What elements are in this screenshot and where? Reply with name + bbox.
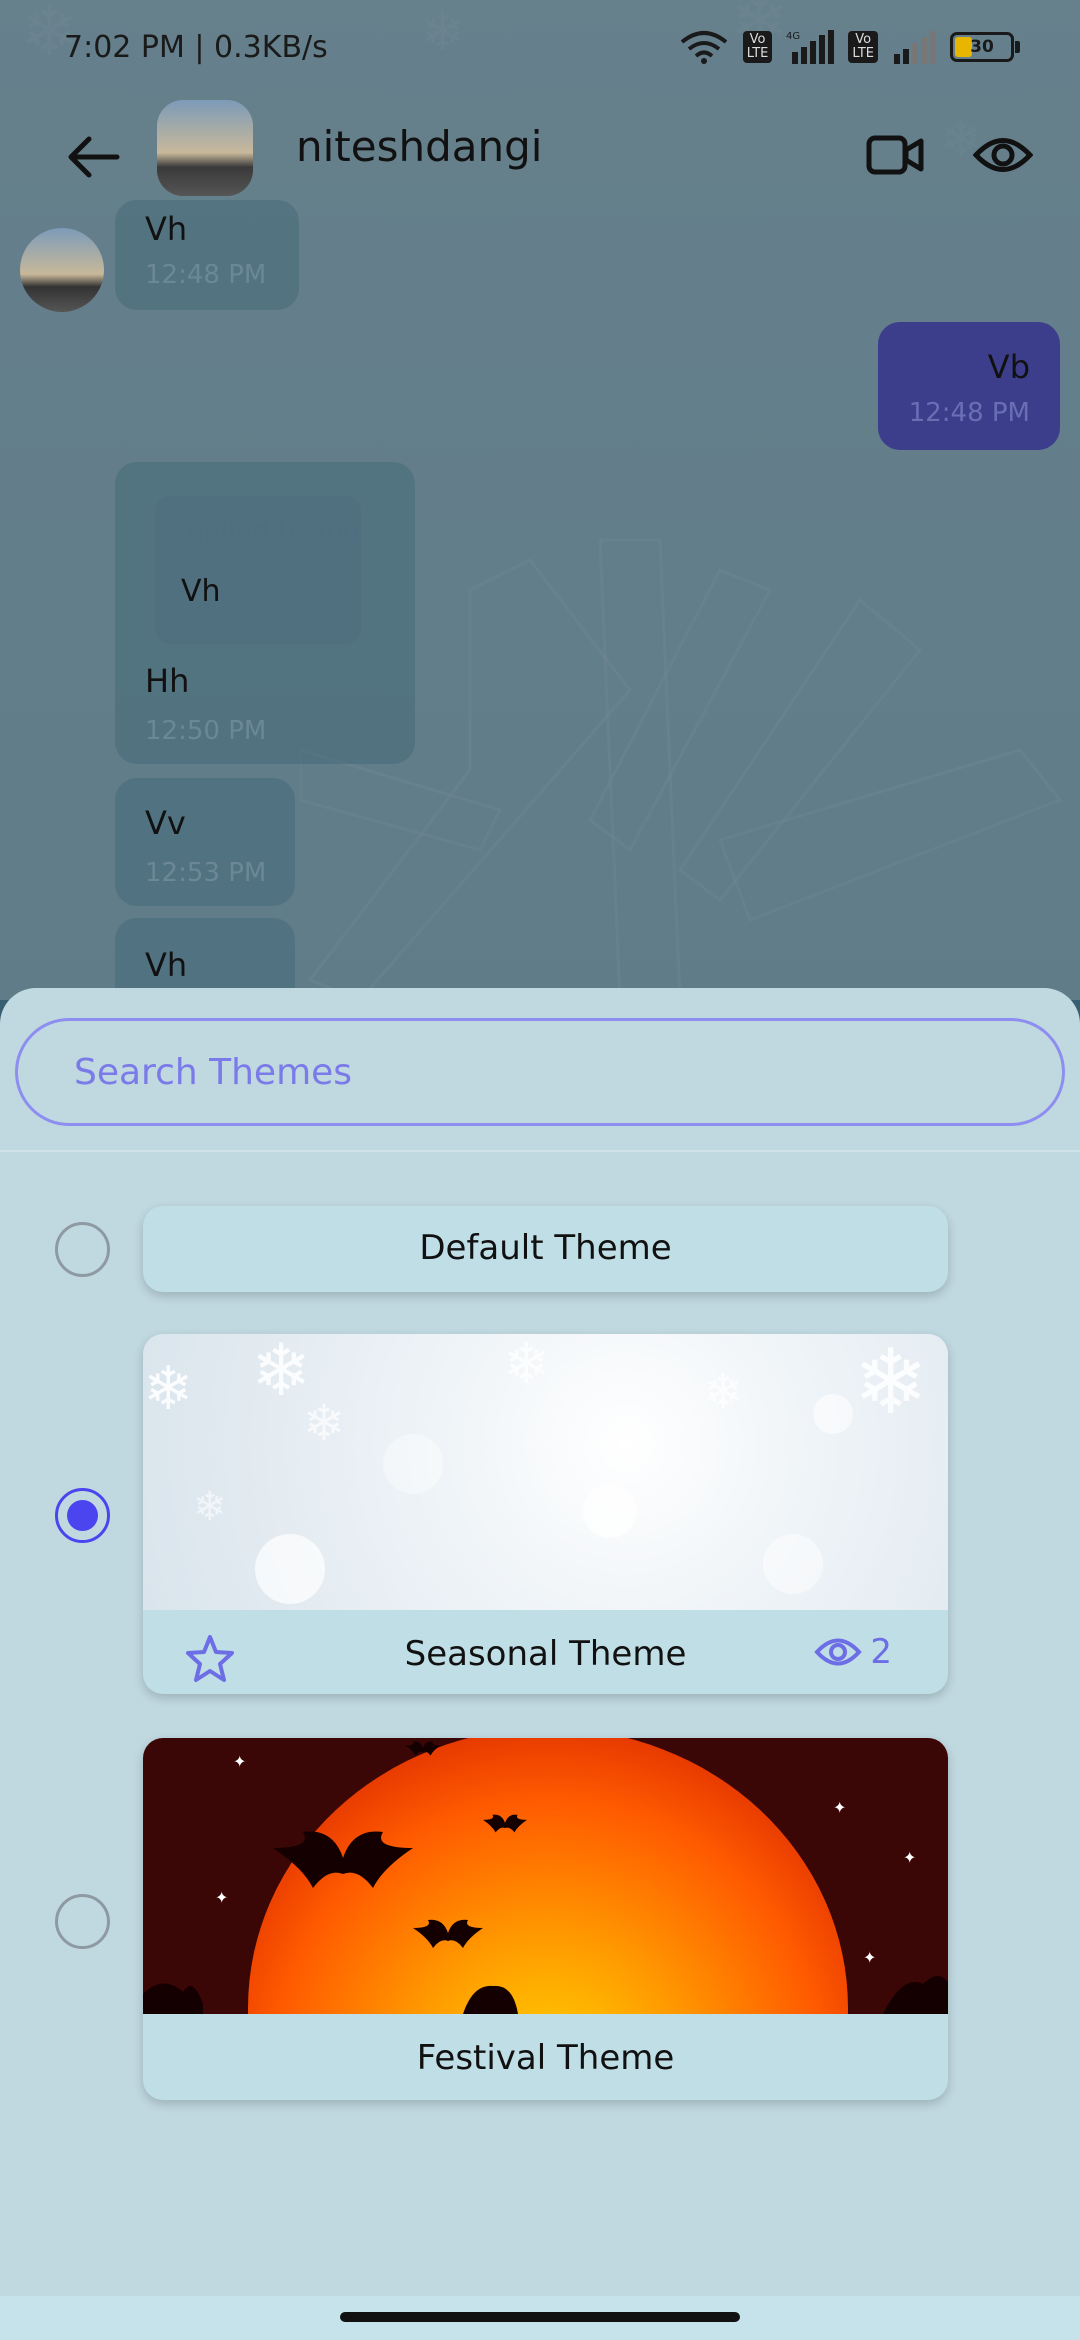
message-text: Vh xyxy=(145,946,188,984)
views-count: 2 xyxy=(870,1632,892,1672)
battery-level: 30 xyxy=(970,37,994,57)
theme-name: Festival Theme xyxy=(416,2038,675,2078)
radio-default-theme[interactable] xyxy=(55,1222,110,1277)
festival-theme-preview: ✦ ✦ ✦ ✦ ✦ xyxy=(143,1738,948,2014)
message-sender-avatar[interactable] xyxy=(20,228,104,312)
reply-label: Replied to You xyxy=(169,516,360,547)
video-call-button[interactable] xyxy=(860,120,930,190)
contact-avatar[interactable] xyxy=(157,100,253,196)
message-text: Vv xyxy=(145,804,186,842)
eye-icon xyxy=(814,1638,863,1666)
message-bubble-received[interactable]: Vv 12:53 PM xyxy=(115,778,295,906)
view-button[interactable] xyxy=(968,120,1038,190)
message-time: 12:48 PM xyxy=(908,398,1030,428)
view-count: 2 xyxy=(814,1632,892,1672)
status-icons: Vo LTE 4G Vo LTE 30 xyxy=(679,30,1020,64)
reply-text: Vh xyxy=(181,574,221,609)
svg-text:4G: 4G xyxy=(786,31,800,42)
theme-name: Default Theme xyxy=(419,1228,672,1268)
radio-festival-theme[interactable] xyxy=(55,1894,110,1949)
signal-icon: 4G xyxy=(786,30,835,64)
battery-icon: 30 xyxy=(950,32,1020,62)
theme-card-festival[interactable]: ✦ ✦ ✦ ✦ ✦ Festival Theme xyxy=(143,1738,948,2100)
search-placeholder: Search Themes xyxy=(74,1051,353,1093)
divider xyxy=(0,1150,1080,1152)
wifi-icon xyxy=(680,31,728,64)
message-time: 12:50 PM xyxy=(145,716,267,746)
seasonal-theme-preview: ❄ ❄ ❄ ❄ ❄ ❄ ❄ xyxy=(143,1334,948,1610)
message-bubble-received-reply[interactable]: Replied to You Vh Hh 12:50 PM xyxy=(115,462,415,764)
volte-icon: Vo LTE xyxy=(742,31,773,63)
theme-picker-sheet: Search Themes Default Theme ❄ ❄ ❄ ❄ ❄ ❄ … xyxy=(0,988,1080,2340)
video-camera-icon xyxy=(866,135,924,175)
message-text: Hh xyxy=(145,662,190,700)
message-time: 12:48 PM xyxy=(145,260,267,290)
eye-icon xyxy=(973,138,1033,172)
status-time: 7:02 PM | 0.3KB/s xyxy=(64,30,328,65)
search-themes-input[interactable]: Search Themes xyxy=(15,1018,1065,1126)
volte-icon: Vo LTE xyxy=(848,31,878,63)
theme-card-default[interactable]: Default Theme xyxy=(143,1206,948,1292)
theme-card-seasonal[interactable]: ❄ ❄ ❄ ❄ ❄ ❄ ❄ Seasonal Theme 2 xyxy=(143,1334,948,1694)
contact-name[interactable]: niteshdangi xyxy=(296,122,542,171)
signal-icon-2 xyxy=(894,31,936,64)
back-arrow-icon xyxy=(68,136,120,178)
radio-seasonal-theme[interactable] xyxy=(55,1488,110,1543)
message-time: 12:53 PM xyxy=(145,858,267,888)
message-text: Vb xyxy=(987,348,1030,386)
chat-header: niteshdangi xyxy=(0,100,1080,218)
back-button[interactable] xyxy=(58,122,128,192)
status-bar: 7:02 PM | 0.3KB/s Vo LTE 4G Vo LTE 30 xyxy=(0,0,1080,100)
home-indicator[interactable] xyxy=(340,2312,740,2322)
message-bubble-sent[interactable]: Vb 12:48 PM xyxy=(878,322,1060,450)
reply-quote[interactable]: Replied to You Vh xyxy=(155,496,361,644)
